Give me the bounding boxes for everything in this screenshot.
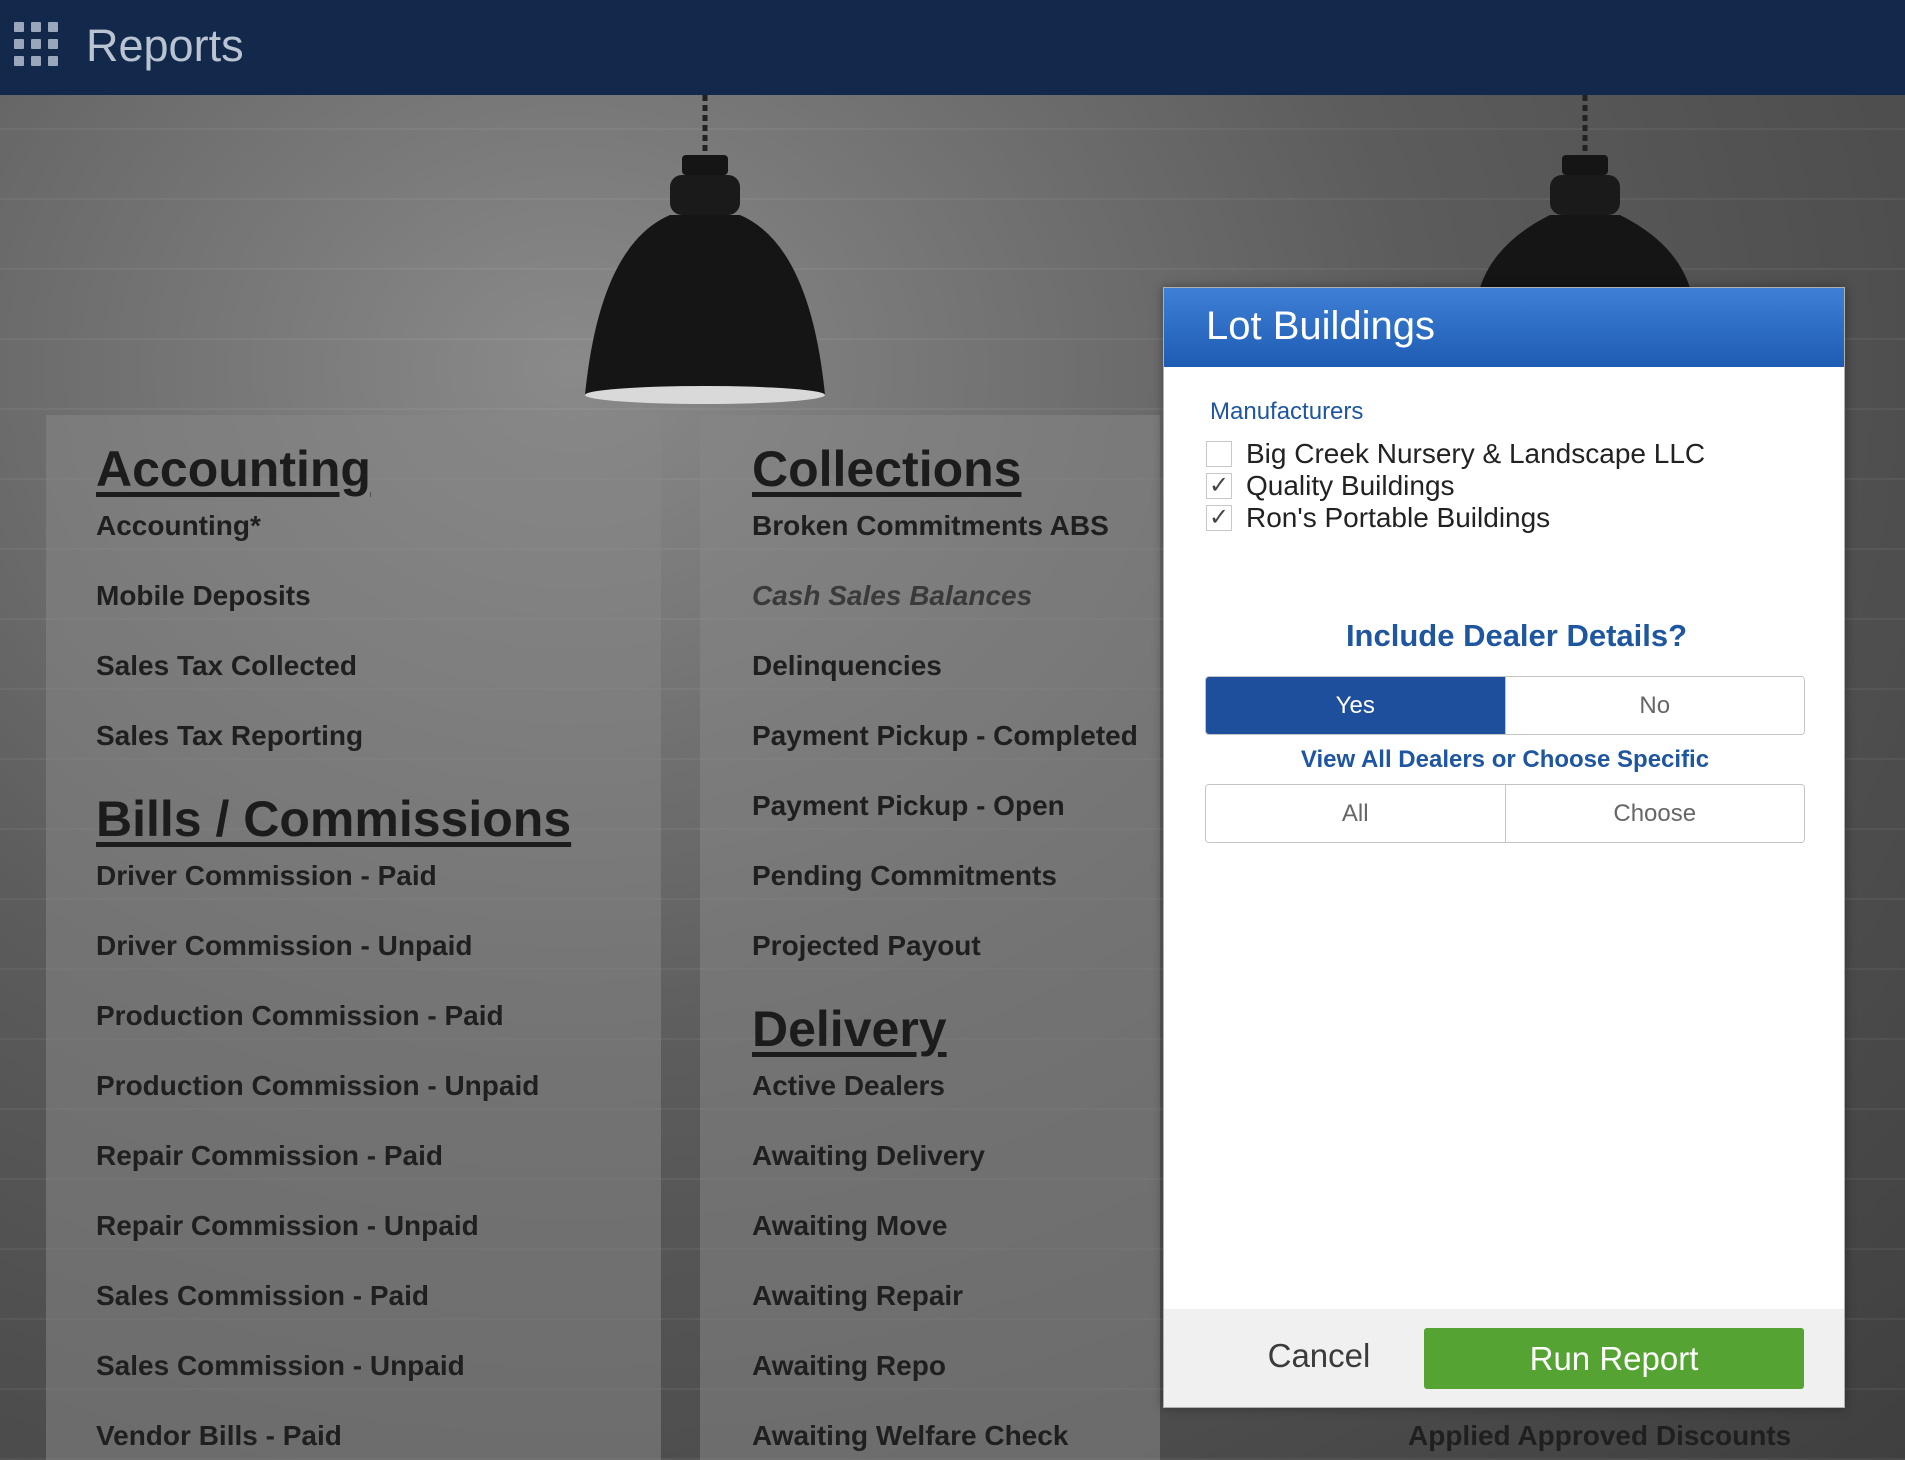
manufacturers-label: Manufacturers	[1210, 398, 1364, 425]
report-link[interactable]: Driver Commission - Unpaid	[96, 930, 473, 962]
lamp-image-right	[1470, 95, 1700, 295]
checkbox-unchecked[interactable]	[1206, 441, 1232, 467]
report-link[interactable]: Broken Commitments ABS	[752, 510, 1109, 542]
dealer-details-no[interactable]: No	[1504, 677, 1804, 734]
dealers-all-option[interactable]: All	[1206, 785, 1505, 842]
report-link[interactable]: Sales Tax Collected	[96, 650, 357, 682]
report-link[interactable]: Payment Pickup - Completed	[752, 720, 1138, 752]
report-link[interactable]: Awaiting Delivery	[752, 1140, 985, 1172]
manufacturer-name: Big Creek Nursery & Landscape LLC	[1246, 438, 1706, 469]
report-link[interactable]: Repair Commission - Paid	[96, 1140, 443, 1172]
manufacturer-option[interactable]: ✓ Quality Buildings	[1206, 470, 1455, 501]
report-link[interactable]: Sales Commission - Unpaid	[96, 1350, 465, 1382]
manufacturer-name: Quality Buildings	[1246, 470, 1455, 501]
section-title-accounting[interactable]: Accounting	[96, 440, 371, 498]
report-link[interactable]: Active Dealers	[752, 1070, 945, 1102]
report-link[interactable]: Production Commission - Unpaid	[96, 1070, 539, 1102]
manufacturer-option[interactable]: Big Creek Nursery & Landscape LLC	[1206, 438, 1706, 469]
checkbox-checked[interactable]: ✓	[1206, 505, 1232, 531]
top-bar: Reports	[0, 0, 1905, 95]
report-link[interactable]: Delinquencies	[752, 650, 942, 682]
section-title-delivery[interactable]: Delivery	[752, 1000, 947, 1058]
report-link[interactable]: Sales Commission - Paid	[96, 1280, 429, 1312]
report-link[interactable]: Cash Sales Balances	[752, 580, 1032, 612]
dealer-details-yes[interactable]: Yes	[1206, 677, 1505, 734]
section-title-collections[interactable]: Collections	[752, 440, 1021, 498]
report-link[interactable]: Awaiting Repair	[752, 1280, 963, 1312]
checkbox-checked[interactable]: ✓	[1206, 473, 1232, 499]
report-link[interactable]: Sales Tax Reporting	[96, 720, 363, 752]
lot-buildings-dialog: Lot Buildings Manufacturers Big Creek Nu…	[1163, 287, 1845, 1408]
dealer-scope-toggle: All Choose	[1205, 784, 1805, 843]
report-link[interactable]: Applied Approved Discounts	[1408, 1420, 1791, 1452]
report-link[interactable]: Vendor Bills - Paid	[96, 1420, 342, 1452]
dealers-choose-option[interactable]: Choose	[1504, 785, 1804, 842]
dialog-title: Lot Buildings	[1206, 304, 1436, 348]
dialog-header: Lot Buildings	[1164, 288, 1844, 367]
report-link[interactable]: Awaiting Welfare Check	[752, 1420, 1068, 1452]
run-report-button[interactable]: Run Report	[1424, 1328, 1804, 1389]
manufacturer-name: Ron's Portable Buildings	[1246, 502, 1551, 533]
app-title: Reports	[86, 20, 244, 71]
lamp-image-left	[570, 95, 840, 405]
report-link[interactable]: Projected Payout	[752, 930, 981, 962]
dialog-footer: Cancel Run Report	[1164, 1309, 1844, 1407]
section-title-bills-commissions[interactable]: Bills / Commissions	[96, 790, 571, 848]
report-link[interactable]: Awaiting Repo	[752, 1350, 946, 1382]
include-dealer-details-label: Include Dealer Details?	[1345, 618, 1688, 653]
grid-icon[interactable]	[14, 22, 58, 66]
manufacturer-option[interactable]: ✓ Ron's Portable Buildings	[1206, 502, 1551, 533]
report-link[interactable]: Pending Commitments	[752, 860, 1057, 892]
report-link[interactable]: Awaiting Move	[752, 1210, 948, 1242]
report-link[interactable]: Production Commission - Paid	[96, 1000, 504, 1032]
cancel-button[interactable]: Cancel	[1244, 1337, 1394, 1381]
report-link[interactable]: Repair Commission - Unpaid	[96, 1210, 479, 1242]
report-link[interactable]: Driver Commission - Paid	[96, 860, 437, 892]
report-link[interactable]: Mobile Deposits	[96, 580, 311, 612]
report-link[interactable]: Accounting*	[96, 510, 261, 542]
report-link[interactable]: Payment Pickup - Open	[752, 790, 1065, 822]
dealer-details-toggle: Yes No	[1205, 676, 1805, 735]
view-dealers-label: View All Dealers or Choose Specific	[1300, 746, 1710, 773]
